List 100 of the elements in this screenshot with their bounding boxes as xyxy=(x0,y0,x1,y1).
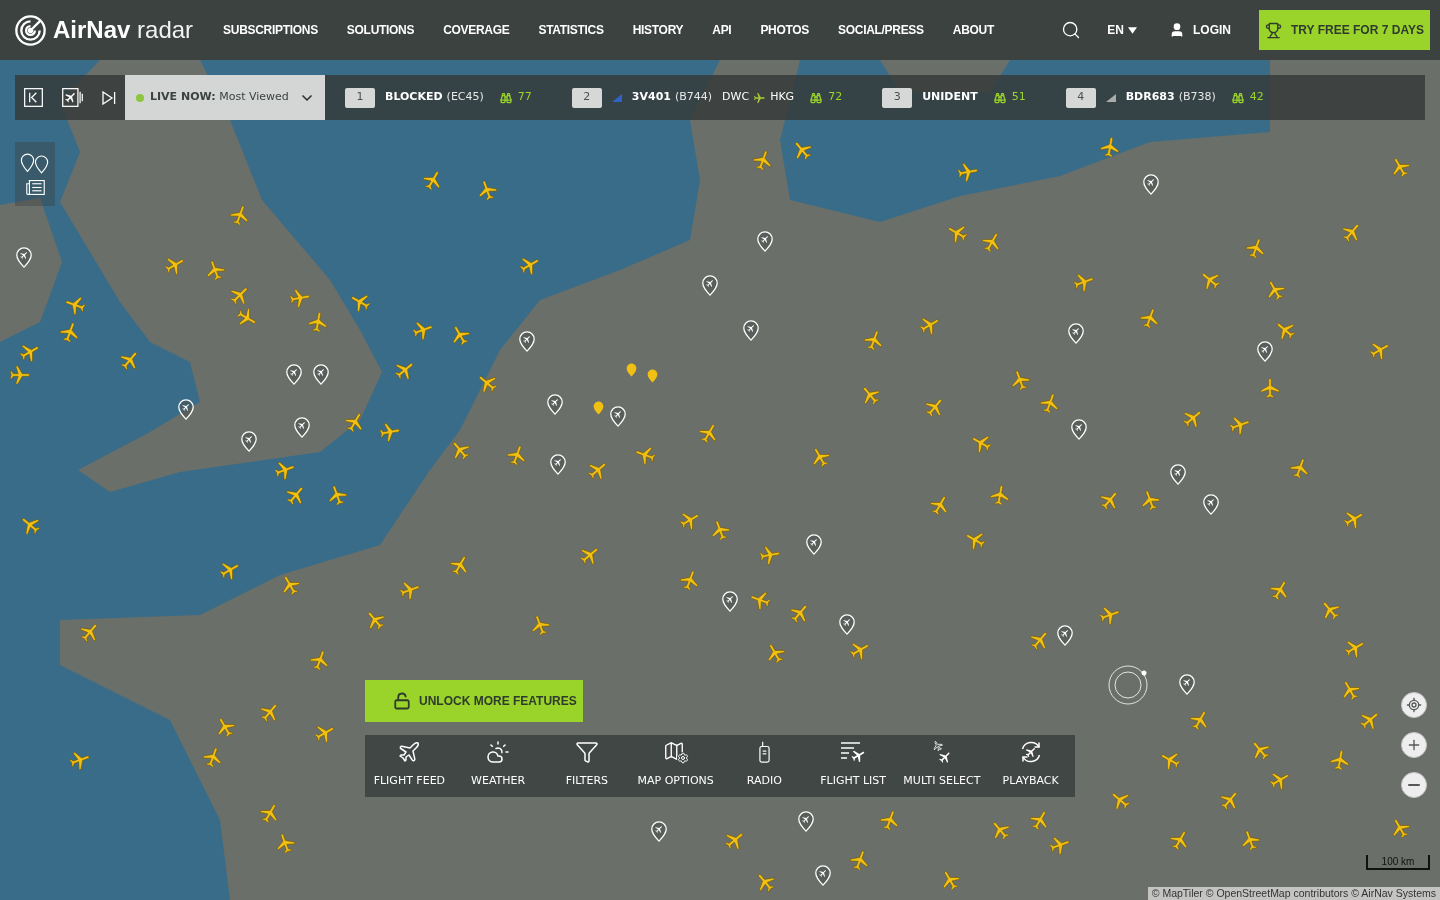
plane-icon[interactable] xyxy=(1390,818,1410,838)
plane-icon[interactable] xyxy=(260,803,280,823)
plane-icon[interactable] xyxy=(1360,710,1380,730)
plane-icon[interactable] xyxy=(1040,393,1060,413)
map-pin-icon[interactable] xyxy=(1071,419,1087,440)
map-pin-icon[interactable] xyxy=(743,320,759,341)
free-trial-button[interactable]: TRY FREE FOR 7 DAYS xyxy=(1259,10,1430,50)
plane-icon[interactable] xyxy=(260,702,280,722)
plane-icon[interactable] xyxy=(350,292,370,312)
location-pin-icon[interactable] xyxy=(647,369,658,383)
plane-icon[interactable] xyxy=(477,180,497,200)
map-pin-icon[interactable] xyxy=(313,364,329,385)
plane-icon[interactable] xyxy=(1183,408,1203,428)
nav-link[interactable]: COVERAGE xyxy=(443,21,510,39)
plane-icon[interactable] xyxy=(450,555,470,575)
map-pin-icon[interactable] xyxy=(702,275,718,296)
map-pin-icon[interactable] xyxy=(806,534,822,555)
plane-icon[interactable] xyxy=(280,575,300,595)
toolbar-button[interactable]: FLIGHT LIST xyxy=(808,735,898,797)
plane-icon[interactable] xyxy=(1100,605,1120,625)
plane-icon[interactable] xyxy=(680,510,700,530)
map-pin-icon[interactable] xyxy=(757,231,773,252)
plane-icon[interactable] xyxy=(1010,370,1030,390)
plane-icon[interactable] xyxy=(20,515,40,535)
map-pin-icon[interactable] xyxy=(1257,341,1273,362)
plane-icon[interactable] xyxy=(230,285,250,305)
flight-callsign[interactable]: 3V401 xyxy=(631,89,671,106)
map-pins-icon[interactable] xyxy=(20,153,50,174)
map-pin-icon[interactable] xyxy=(1170,464,1186,485)
plane-icon[interactable] xyxy=(1320,600,1340,620)
nav-link[interactable]: API xyxy=(712,21,732,39)
plane-icon[interactable] xyxy=(864,330,884,350)
plane-icon[interactable] xyxy=(315,723,335,743)
map-pin-icon[interactable] xyxy=(839,614,855,635)
flight-callsign[interactable]: BLOCKED xyxy=(385,89,443,106)
location-pin-icon[interactable] xyxy=(593,401,604,415)
plane-icon[interactable] xyxy=(680,570,700,590)
plane-icon[interactable] xyxy=(203,747,223,767)
plane-icon[interactable] xyxy=(1290,458,1310,478)
plane-icon[interactable] xyxy=(423,170,443,190)
nav-link[interactable]: PHOTOS xyxy=(760,21,810,39)
plane-icon[interactable] xyxy=(925,397,945,417)
plane-icon[interactable] xyxy=(1110,790,1130,810)
toolbar-button[interactable]: PLAYBACK xyxy=(986,735,1075,797)
plane-icon[interactable] xyxy=(1275,320,1295,340)
plane-icon[interactable] xyxy=(530,615,550,635)
plane-icon[interactable] xyxy=(930,495,950,515)
plane-icon[interactable] xyxy=(10,365,30,385)
map-pin-icon[interactable] xyxy=(798,811,814,832)
map-pin-icon[interactable] xyxy=(651,821,667,842)
plane-icon[interactable] xyxy=(275,833,295,853)
plane-icon[interactable] xyxy=(765,643,785,663)
plane-icon[interactable] xyxy=(1230,415,1250,435)
plane-icon[interactable] xyxy=(1030,630,1050,650)
plane-icon[interactable] xyxy=(1050,835,1070,855)
unlock-features-button[interactable]: UNLOCK MORE FEATURES xyxy=(365,680,583,722)
plane-icon[interactable] xyxy=(850,850,870,870)
map-pin-icon[interactable] xyxy=(610,406,626,427)
plane-icon[interactable] xyxy=(750,590,770,610)
plane-icon[interactable] xyxy=(710,520,730,540)
plane-icon[interactable] xyxy=(450,440,470,460)
flight-callsign[interactable]: BDR683 xyxy=(1125,89,1175,106)
plane-icon[interactable] xyxy=(588,460,608,480)
map-pin-icon[interactable] xyxy=(294,417,310,438)
map-pin-icon[interactable] xyxy=(1179,674,1195,695)
plane-icon[interactable] xyxy=(507,445,527,465)
plane-icon[interactable] xyxy=(345,412,365,432)
plane-icon[interactable] xyxy=(990,820,1010,840)
plane-icon[interactable] xyxy=(725,830,745,850)
plane-icon[interactable] xyxy=(940,870,960,890)
plane-icon[interactable] xyxy=(753,150,773,170)
map-pin-icon[interactable] xyxy=(815,865,831,886)
plane-icon[interactable] xyxy=(580,545,600,565)
plane-icon[interactable] xyxy=(290,288,310,308)
plane-icon[interactable] xyxy=(120,350,140,370)
plane-icon[interactable] xyxy=(1140,490,1160,510)
plane-icon[interactable] xyxy=(380,422,400,442)
plane-icon[interactable] xyxy=(1390,157,1410,177)
nav-link[interactable]: SOCIAL/PRESS xyxy=(838,21,924,39)
language-selector[interactable]: EN xyxy=(1107,21,1137,39)
plane-icon[interactable] xyxy=(1345,638,1365,658)
location-pin-icon[interactable] xyxy=(626,363,637,377)
plane-icon[interactable] xyxy=(810,447,830,467)
nav-link[interactable]: STATISTICS xyxy=(538,21,604,39)
plane-icon[interactable] xyxy=(520,255,540,275)
map-pin-icon[interactable] xyxy=(16,247,32,268)
plane-icon[interactable] xyxy=(215,717,235,737)
plane-icon[interactable] xyxy=(792,140,812,160)
plane-icon[interactable] xyxy=(230,205,250,225)
live-now-selector[interactable]: LIVE NOW: Most Viewed xyxy=(125,75,325,120)
plane-icon[interactable] xyxy=(1140,308,1160,328)
plane-icon[interactable] xyxy=(1270,580,1290,600)
skip-forward-icon[interactable] xyxy=(102,90,116,105)
plane-icon[interactable] xyxy=(308,312,328,332)
collapse-panel-icon[interactable] xyxy=(24,88,43,107)
nav-link[interactable]: SOLUTIONS xyxy=(346,21,415,39)
plane-icon[interactable] xyxy=(477,373,497,393)
news-list-icon[interactable] xyxy=(25,180,45,195)
plane-icon[interactable] xyxy=(947,223,967,243)
plane-icon[interactable] xyxy=(958,162,978,182)
